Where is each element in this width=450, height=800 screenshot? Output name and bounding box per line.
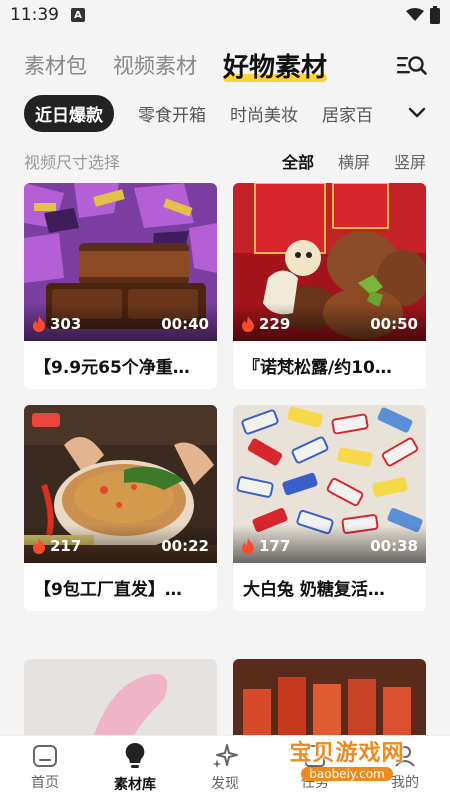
watermark-url: baobeiy.com [301,767,393,781]
view-count-value: 229 [259,315,291,333]
nav-home[interactable]: 首页 [0,736,90,800]
chevron-down-icon [408,107,426,118]
material-card[interactable] [24,659,217,735]
video-thumbnail: 303 00:40 [24,183,217,341]
video-duration: 00:50 [370,315,418,333]
slipper-image [24,659,217,735]
view-count-value: 217 [50,537,82,555]
view-count-value: 303 [50,315,82,333]
material-card[interactable]: 229 00:50 『诺梵松露/约10… [233,183,426,389]
nav-material-library-label: 素材库 [114,777,156,793]
bulb-icon [125,742,145,768]
card-title: 【9包工厂直发】… [34,579,182,600]
sparkle-icon [213,744,238,768]
flame-icon [33,538,45,554]
notification-a-icon: A [71,8,85,22]
category-snack-unboxing[interactable]: 零食开箱 [138,101,206,126]
home-icon [33,745,57,767]
video-thumbnail: 177 00:38 [233,405,426,563]
material-card[interactable]: 217 00:22 【9包工厂直发】… [24,405,217,611]
material-card[interactable]: 177 00:38 大白兔 奶糖复活… [233,405,426,611]
size-option-portrait[interactable]: 竖屏 [394,149,426,173]
material-card[interactable] [233,659,426,735]
video-duration: 00:22 [161,537,209,555]
nav-discover[interactable]: 发现 [180,736,270,800]
card-title: 【9.9元65个净重… [34,357,190,378]
material-card[interactable]: 303 00:40 【9.9元65个净重… [24,183,217,389]
wifi-icon [406,8,424,21]
watermark-title: 宝贝游戏网 [289,741,405,766]
category-expand-button[interactable] [390,92,450,134]
category-hot-recent[interactable]: 近日爆款 [24,94,114,132]
flame-icon [242,538,254,554]
nav-home-label: 首页 [31,775,59,791]
flame-icon [242,316,254,332]
card-title: 『诺梵松露/约10… [243,357,392,378]
category-home[interactable]: 居家百 [322,101,373,126]
video-duration: 00:38 [370,537,418,555]
category-fashion-beauty[interactable]: 时尚美妆 [230,101,298,126]
spicy-strip-image [233,659,426,735]
nav-discover-label: 发现 [211,776,239,792]
view-count: 217 [32,537,81,555]
view-count: 177 [241,537,290,555]
nav-material-library[interactable]: 素材库 [90,736,180,800]
flame-icon [33,316,45,332]
category-tabs: 近日爆款 零食开箱 时尚美妆 居家百 [0,92,450,134]
size-option-landscape[interactable]: 横屏 [338,149,370,173]
top-tabs: 素材包 视频素材 好物素材 [0,40,450,90]
tab-video-material[interactable]: 视频素材 [113,50,197,80]
card-title: 大白兔 奶糖复活… [243,579,385,600]
size-option-all[interactable]: 全部 [282,149,314,173]
status-bar: 11:39 A [0,0,450,30]
tab-material-pack[interactable]: 素材包 [24,50,87,80]
view-count: 303 [32,315,81,333]
video-thumbnail: 217 00:22 [24,405,217,563]
view-count: 229 [241,315,290,333]
video-duration: 00:40 [161,315,209,333]
watermark-logo: 宝贝游戏网 baobeiy.com [272,728,422,788]
video-size-filter: 视频尺寸选择 全部 横屏 竖屏 [0,146,450,176]
video-thumbnail: 229 00:50 [233,183,426,341]
status-time: 11:39 [10,5,59,25]
tab-goods-material[interactable]: 好物素材 [223,47,328,84]
view-count-value: 177 [259,537,291,555]
size-filter-label: 视频尺寸选择 [24,153,121,172]
battery-icon [430,6,440,24]
search-menu-icon[interactable] [396,52,428,80]
